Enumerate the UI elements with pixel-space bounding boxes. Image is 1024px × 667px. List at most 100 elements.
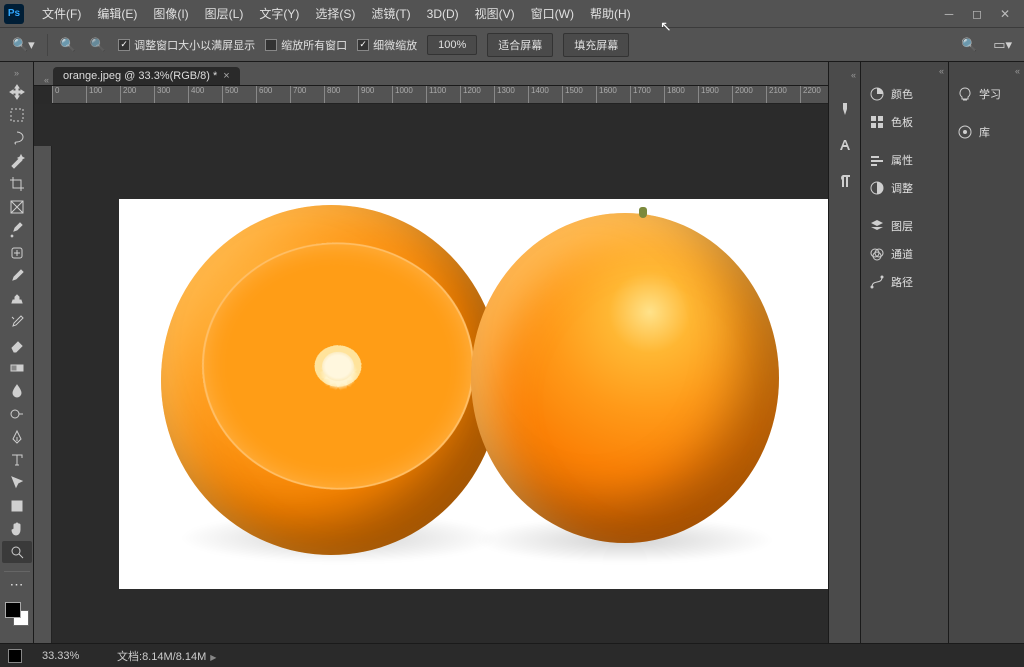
path-select-tool[interactable] (2, 472, 32, 494)
shape-tool[interactable] (2, 495, 32, 517)
panel-layers[interactable]: 图层 (861, 212, 948, 240)
menu-filter[interactable]: 滤镜(T) (363, 5, 418, 22)
color-icon (869, 86, 885, 102)
panel-swatches[interactable]: 色板 (861, 108, 948, 136)
scrubby-zoom-checkbox[interactable]: 细微缩放 (357, 37, 417, 53)
status-doc-size: 8.14M/8.14M (142, 651, 206, 663)
window-controls: ─ ◻ ✕ (942, 7, 1020, 21)
document-tab[interactable]: orange.jpeg @ 33.3%(RGB/8) * × (53, 67, 240, 85)
collapsed-dock: « (829, 62, 861, 643)
menu-3d[interactable]: 3D(D) (419, 7, 467, 21)
dodge-tool[interactable] (2, 403, 32, 425)
ruler-tick: 600 (256, 86, 290, 103)
resize-windows-checkbox[interactable]: 调整窗口大小以满屏显示 (118, 37, 255, 53)
crop-tool[interactable] (2, 173, 32, 195)
horizontal-ruler: 0100200300400500600700800900100011001200… (52, 86, 828, 104)
frame-tool[interactable] (2, 196, 32, 218)
panel-properties[interactable]: 属性 (861, 146, 948, 174)
ruler-tick: 200 (120, 86, 154, 103)
magic-wand-tool[interactable] (2, 150, 32, 172)
document-area: « orange.jpeg @ 33.3%(RGB/8) * × 0100200… (34, 62, 828, 643)
separator (47, 34, 48, 56)
foreground-color-swatch[interactable] (5, 602, 21, 618)
ruler-tick: 1300 (494, 86, 528, 103)
character-panel-icon[interactable] (834, 134, 856, 156)
gradient-tool[interactable] (2, 357, 32, 379)
menu-edit[interactable]: 编辑(E) (89, 5, 145, 22)
search-icon[interactable]: 🔍 (959, 35, 979, 55)
libraries-icon (957, 124, 973, 140)
image-content (471, 213, 779, 543)
menu-select[interactable]: 选择(S) (307, 5, 363, 22)
eraser-tool[interactable] (2, 334, 32, 356)
fill-screen-button[interactable]: 填充屏幕 (563, 33, 629, 57)
ruler-tick: 800 (324, 86, 358, 103)
menu-layer[interactable]: 图层(L) (197, 5, 252, 22)
window-close-button[interactable]: ✕ (998, 7, 1012, 21)
workspace-switcher-icon[interactable]: ▭▾ (991, 35, 1014, 55)
zoom-tool[interactable] (2, 541, 32, 563)
panel-label: 调整 (891, 180, 913, 196)
canvas[interactable] (119, 199, 828, 589)
tool-preset-icon[interactable]: 🔍▾ (10, 35, 37, 55)
ruler-tick: 2000 (732, 86, 766, 103)
menu-bar: Ps 文件(F) 编辑(E) 图像(I) 图层(L) 文字(Y) 选择(S) 滤… (0, 0, 1024, 28)
move-tool[interactable] (2, 81, 32, 103)
dock-collapse-icon[interactable]: « (829, 70, 860, 84)
checkbox-icon (265, 39, 277, 51)
zoom-out-icon[interactable]: 🔍 (88, 35, 108, 55)
type-tool[interactable] (2, 449, 32, 471)
menu-window[interactable]: 窗口(W) (523, 5, 582, 22)
eyedropper-tool[interactable] (2, 219, 32, 241)
marquee-tool[interactable] (2, 104, 32, 126)
status-zoom-value[interactable]: 33.33% (42, 650, 97, 662)
ruler-tick: 1200 (460, 86, 494, 103)
lasso-tool[interactable] (2, 127, 32, 149)
canvas-workspace[interactable] (34, 104, 828, 643)
swatch-mini-icon[interactable] (8, 649, 22, 663)
fit-screen-button[interactable]: 适合屏幕 (487, 33, 553, 57)
status-bar: 33.33% 文档:8.14M/8.14M▶ (0, 643, 1024, 667)
tab-strip-collapse-icon[interactable]: « (40, 75, 53, 85)
menu-view[interactable]: 视图(V) (467, 5, 523, 22)
pen-tool[interactable] (2, 426, 32, 448)
paragraph-panel-icon[interactable] (834, 170, 856, 192)
brush-settings-icon[interactable] (834, 98, 856, 120)
adjustments-icon (869, 180, 885, 196)
menu-help[interactable]: 帮助(H) (582, 5, 639, 22)
panel-adjustments[interactable]: 调整 (861, 174, 948, 202)
panel-learn[interactable]: 学习 (949, 80, 1024, 108)
zoom-in-icon[interactable]: 🔍 (58, 35, 78, 55)
color-swatches[interactable] (5, 602, 29, 626)
clone-stamp-tool[interactable] (2, 288, 32, 310)
panel-channels[interactable]: 通道 (861, 240, 948, 268)
hand-tool[interactable] (2, 518, 32, 540)
dock-collapse-icon[interactable]: « (949, 66, 1024, 80)
history-brush-tool[interactable] (2, 311, 32, 333)
menu-image[interactable]: 图像(I) (145, 5, 196, 22)
panel-label: 颜色 (891, 86, 913, 102)
window-maximize-button[interactable]: ◻ (970, 7, 984, 21)
vertical-ruler (34, 146, 52, 643)
window-minimize-button[interactable]: ─ (942, 7, 956, 21)
ruler-tick: 1600 (596, 86, 630, 103)
panel-color[interactable]: 颜色 (861, 80, 948, 108)
menu-type[interactable]: 文字(Y) (251, 5, 307, 22)
zoom-all-checkbox[interactable]: 缩放所有窗口 (265, 37, 347, 53)
close-tab-icon[interactable]: × (223, 70, 229, 82)
app-logo: Ps (4, 4, 24, 24)
ruler-tick: 2100 (766, 86, 800, 103)
healing-brush-tool[interactable] (2, 242, 32, 264)
brush-tool[interactable] (2, 265, 32, 287)
status-doc-info[interactable]: 文档:8.14M/8.14M▶ (117, 648, 216, 664)
toolbar-collapse-icon[interactable]: » (2, 66, 32, 80)
blur-tool[interactable] (2, 380, 32, 402)
menu-file[interactable]: 文件(F) (34, 5, 89, 22)
dock-collapse-icon[interactable]: « (861, 66, 948, 80)
panel-paths[interactable]: 路径 (861, 268, 948, 296)
panel-libraries[interactable]: 库 (949, 118, 1024, 146)
edit-toolbar-button[interactable]: ⋯ (2, 573, 32, 595)
ruler-tick: 1800 (664, 86, 698, 103)
zoom-100-button[interactable]: 100% (427, 35, 477, 55)
panel-label: 色板 (891, 114, 913, 130)
